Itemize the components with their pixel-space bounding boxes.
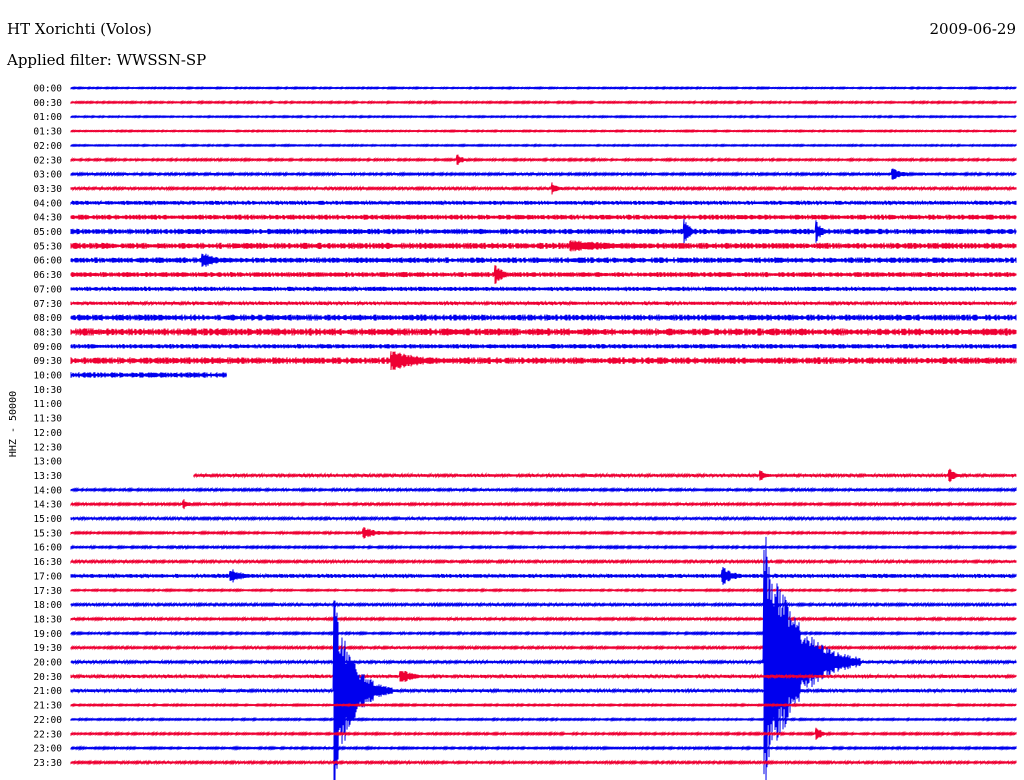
time-tick-label: 18:30 — [33, 614, 62, 625]
time-tick-label: 05:00 — [33, 227, 62, 238]
time-tick-label: 10:30 — [33, 385, 62, 396]
time-tick-label: 04:00 — [33, 198, 62, 209]
time-tick-label: 23:30 — [33, 758, 62, 769]
time-tick-label: 17:30 — [33, 586, 62, 597]
time-tick-label: 20:30 — [33, 672, 62, 683]
y-axis-label-group: HHZ - 50000 — [8, 391, 19, 457]
time-tick-label: 00:30 — [33, 98, 62, 109]
time-tick-label: 14:30 — [33, 500, 62, 511]
time-tick-label: 20:00 — [33, 658, 62, 669]
time-tick-label: 02:30 — [33, 155, 62, 166]
time-tick-label: 03:00 — [33, 170, 62, 181]
time-tick-label: 21:30 — [33, 701, 62, 712]
time-tick-label: 05:30 — [33, 241, 62, 252]
time-tick-label: 07:00 — [33, 284, 62, 295]
time-tick-labels: 00:00 00:30 01:00 01:30 02:00 02:30 03:00 03:30… — [33, 84, 62, 769]
time-tick-label: 17:00 — [33, 571, 62, 582]
time-tick-label: 01:30 — [33, 127, 62, 138]
time-tick-label: 18:00 — [33, 600, 62, 611]
time-tick-label: 08:00 — [33, 313, 62, 324]
y-axis-label: HHZ - 50000 — [8, 391, 19, 457]
trace-line — [70, 536, 1017, 780]
time-tick-label: 12:00 — [33, 428, 62, 439]
time-tick-label: 00:00 — [33, 84, 62, 95]
time-tick-label: 22:30 — [33, 729, 62, 740]
time-tick-label: 08:30 — [33, 327, 62, 338]
time-tick-label: 09:00 — [33, 342, 62, 353]
time-tick-label: 06:00 — [33, 256, 62, 267]
helicorder-plot: HHZ - 50000 00:00 00:30 01:00 01:30 02:00 02:… — [8, 84, 1017, 780]
time-tick-label: 14:00 — [33, 485, 62, 496]
time-tick-label: 21:00 — [33, 686, 62, 697]
time-tick-label: 01:00 — [33, 112, 62, 123]
time-tick-label: 07:30 — [33, 299, 62, 310]
time-tick-label: 06:30 — [33, 270, 62, 281]
time-tick-label: 16:30 — [33, 557, 62, 568]
time-tick-label: 19:30 — [33, 643, 62, 654]
time-tick-label: 16:00 — [33, 543, 62, 554]
time-tick-label: 19:00 — [33, 629, 62, 640]
time-tick-label: 09:30 — [33, 356, 62, 367]
time-tick-label: 11:00 — [33, 399, 62, 410]
time-tick-label: 23:00 — [33, 744, 62, 755]
seismic-traces — [70, 85, 1017, 780]
time-tick-label: 13:30 — [33, 471, 62, 482]
time-tick-label: 04:30 — [33, 213, 62, 224]
time-tick-label: 12:30 — [33, 442, 62, 453]
time-tick-label: 11:30 — [33, 414, 62, 425]
time-tick-label: 22:00 — [33, 715, 62, 726]
time-tick-label: 15:00 — [33, 514, 62, 525]
time-tick-label: 13:00 — [33, 457, 62, 468]
time-tick-label: 10:00 — [33, 371, 62, 382]
time-tick-label: 03:30 — [33, 184, 62, 195]
time-tick-label: 02:00 — [33, 141, 62, 152]
time-tick-label: 15:30 — [33, 528, 62, 539]
